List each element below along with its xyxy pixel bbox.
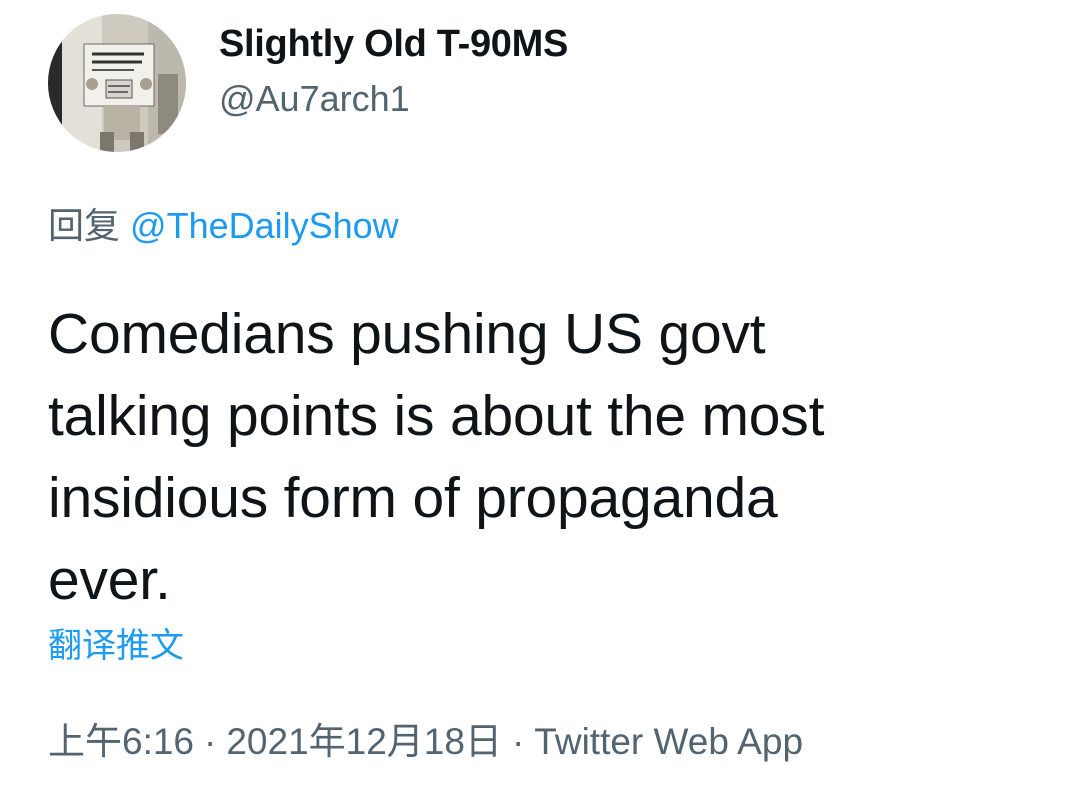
translate-tweet-link[interactable]: 翻译推文 <box>48 624 184 668</box>
tweet-text-line: talking points is about the most <box>48 384 825 448</box>
author-display-name[interactable]: Slightly Old T-90MS <box>219 20 568 68</box>
author-handle[interactable]: @Au7arch1 <box>219 76 568 122</box>
tweet-source[interactable]: Twitter Web App <box>534 721 803 762</box>
tweet-header: Slightly Old T-90MS @Au7arch1 <box>48 14 568 152</box>
avatar-image <box>48 14 186 152</box>
avatar[interactable] <box>48 14 186 152</box>
reply-context: 回复 @TheDailyShow <box>48 203 399 249</box>
tweet-date[interactable]: 2021年12月18日 <box>226 721 502 762</box>
meta-separator: · <box>204 721 217 762</box>
tweet-detail: Slightly Old T-90MS @Au7arch1 回复 @TheDai… <box>0 0 1079 803</box>
tweet-text: Comedians pushing US govt talking points… <box>48 293 1048 621</box>
tweet-text-line: ever. <box>48 548 171 612</box>
tweet-text-line: Comedians pushing US govt <box>48 302 766 366</box>
reply-prefix: 回复 <box>48 205 121 246</box>
author-names: Slightly Old T-90MS @Au7arch1 <box>219 20 568 122</box>
reply-mention-link[interactable]: @TheDailyShow <box>130 205 399 246</box>
meta-separator: · <box>511 721 525 762</box>
tweet-time[interactable]: 上午6:16 <box>48 721 194 762</box>
tweet-metadata: 上午6:16 · 2021年12月18日 · Twitter Web App <box>48 718 803 766</box>
tweet-text-line: insidious form of propaganda <box>48 466 778 530</box>
